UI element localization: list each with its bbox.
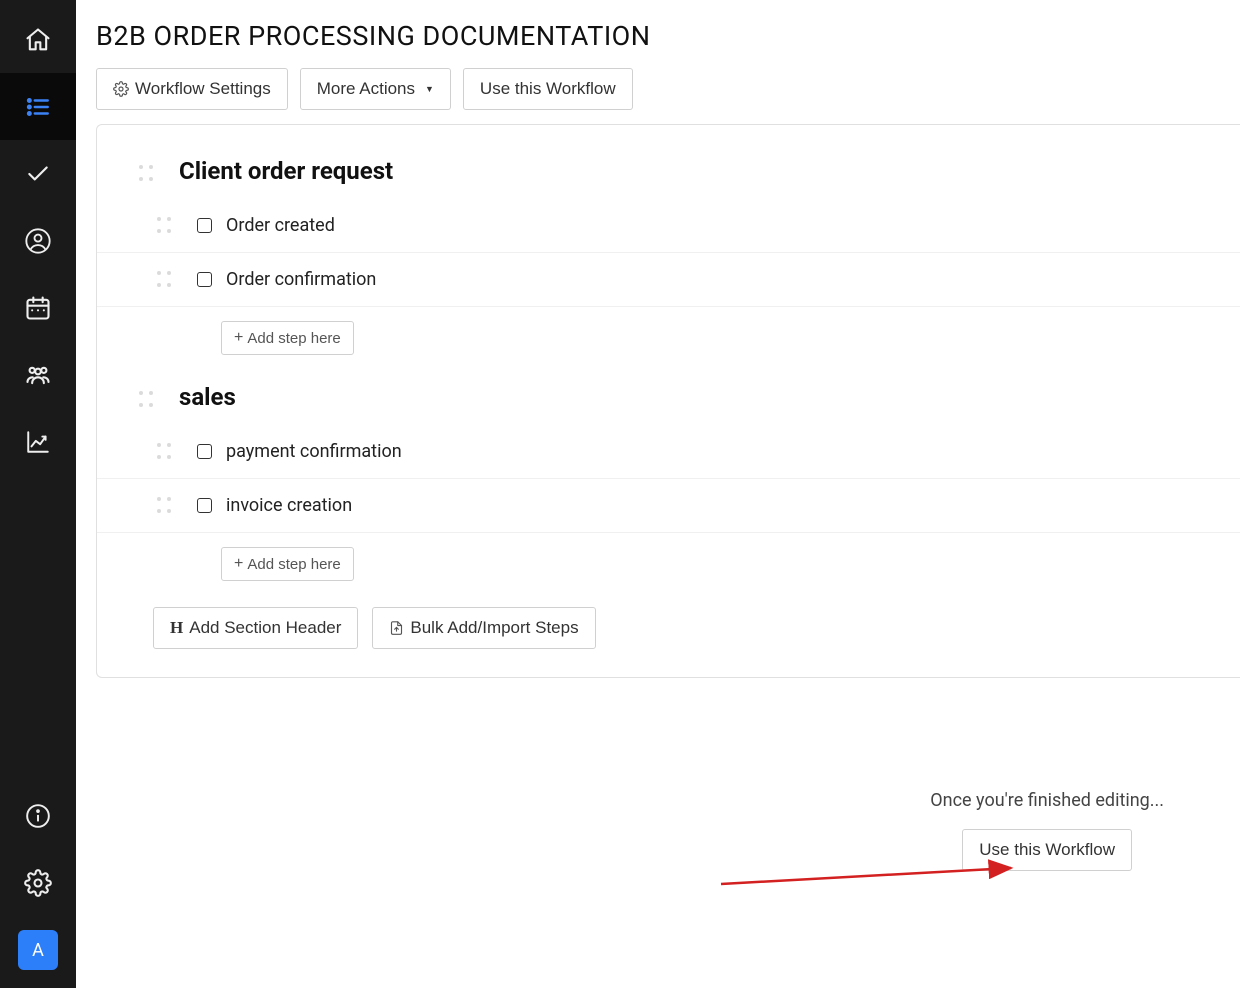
footer-cta: Once you're finished editing... Use this… <box>930 790 1164 871</box>
step-label: Order confirmation <box>226 269 376 290</box>
sidebar-item-info[interactable] <box>0 782 76 849</box>
sidebar-item-tasks[interactable] <box>0 140 76 207</box>
add-section-label: Add Section Header <box>189 618 341 638</box>
sidebar-spacer <box>0 475 76 782</box>
workflow-panel: Client order request Order created Order… <box>96 124 1240 678</box>
sidebar-item-team[interactable] <box>0 341 76 408</box>
chart-icon <box>23 427 53 457</box>
step-label: payment confirmation <box>226 441 402 462</box>
drag-handle-icon[interactable] <box>157 443 171 461</box>
step-checkbox[interactable] <box>197 444 212 459</box>
step-row[interactable]: payment confirmation <box>97 425 1240 479</box>
drag-handle-icon[interactable] <box>139 165 153 183</box>
info-icon <box>23 801 53 831</box>
drag-handle-icon[interactable] <box>157 217 171 235</box>
bulk-import-label: Bulk Add/Import Steps <box>410 618 578 638</box>
sidebar-item-analytics[interactable] <box>0 408 76 475</box>
list-icon <box>23 92 53 122</box>
add-step-button[interactable]: + Add step here <box>221 321 354 355</box>
more-actions-label: More Actions <box>317 79 415 99</box>
gear-icon <box>113 81 129 97</box>
heading-icon: H <box>170 618 183 638</box>
panel-bottom-actions: H Add Section Header Bulk Add/Import Ste… <box>97 601 1240 653</box>
drag-handle-icon[interactable] <box>157 497 171 515</box>
sidebar-item-home[interactable] <box>0 6 76 73</box>
team-icon <box>23 360 53 390</box>
step-checkbox[interactable] <box>197 218 212 233</box>
add-step-button[interactable]: + Add step here <box>221 547 354 581</box>
section-header[interactable]: Client order request <box>97 149 1240 199</box>
sidebar: A <box>0 0 76 988</box>
sidebar-item-profile[interactable] <box>0 207 76 274</box>
section-title: sales <box>179 383 236 411</box>
add-step-wrap: + Add step here <box>97 533 1240 601</box>
add-step-wrap: + Add step here <box>97 307 1240 375</box>
home-icon <box>23 25 53 55</box>
use-workflow-label: Use this Workflow <box>979 840 1115 860</box>
user-circle-icon <box>23 226 53 256</box>
main-content: B2B ORDER PROCESSING DOCUMENTATION Workf… <box>76 0 1240 988</box>
section-header[interactable]: sales <box>97 375 1240 425</box>
plus-icon: + <box>234 555 243 573</box>
gear-icon <box>23 868 53 898</box>
drag-handle-icon[interactable] <box>157 271 171 289</box>
more-actions-button[interactable]: More Actions ▼ <box>300 68 451 110</box>
sidebar-item-calendar[interactable] <box>0 274 76 341</box>
plus-icon: + <box>234 329 243 347</box>
step-checkbox[interactable] <box>197 272 212 287</box>
bulk-import-button[interactable]: Bulk Add/Import Steps <box>372 607 595 649</box>
step-checkbox[interactable] <box>197 498 212 513</box>
use-workflow-button-bottom[interactable]: Use this Workflow <box>962 829 1132 871</box>
step-label: Order created <box>226 215 335 236</box>
step-row[interactable]: Order confirmation <box>97 253 1240 307</box>
section-title: Client order request <box>179 157 393 185</box>
step-row[interactable]: Order created <box>97 199 1240 253</box>
step-row[interactable]: invoice creation <box>97 479 1240 533</box>
use-workflow-label: Use this Workflow <box>480 79 616 99</box>
workflow-settings-button[interactable]: Workflow Settings <box>96 68 288 110</box>
page-title: B2B ORDER PROCESSING DOCUMENTATION <box>96 20 1240 52</box>
footer-note: Once you're finished editing... <box>930 790 1164 811</box>
avatar-initial: A <box>32 940 44 961</box>
toolbar: Workflow Settings More Actions ▼ Use thi… <box>96 68 1240 110</box>
add-step-label: Add step here <box>247 556 340 573</box>
sidebar-item-settings[interactable] <box>0 849 76 916</box>
use-workflow-button-top[interactable]: Use this Workflow <box>463 68 633 110</box>
calendar-icon <box>23 293 53 323</box>
step-label: invoice creation <box>226 495 352 516</box>
drag-handle-icon[interactable] <box>139 391 153 409</box>
sidebar-item-workflows[interactable] <box>0 73 76 140</box>
workflow-settings-label: Workflow Settings <box>135 79 271 99</box>
caret-down-icon: ▼ <box>425 84 434 94</box>
check-icon <box>23 159 53 189</box>
file-import-icon <box>389 619 404 637</box>
add-section-header-button[interactable]: H Add Section Header <box>153 607 358 649</box>
add-step-label: Add step here <box>247 330 340 347</box>
avatar[interactable]: A <box>18 930 58 970</box>
